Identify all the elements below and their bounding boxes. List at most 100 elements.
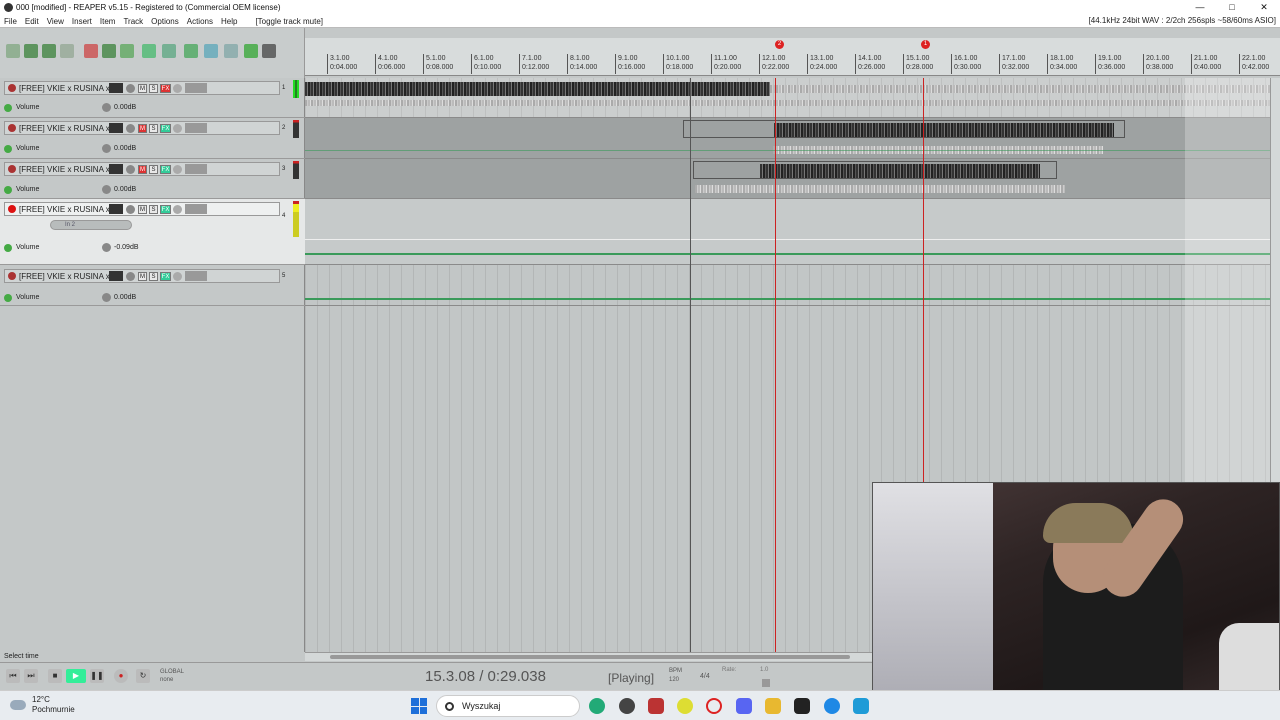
undo-icon[interactable] [84,44,98,58]
ripple-edit-icon[interactable] [162,44,176,58]
track-name[interactable]: [FREE] VKIE x RUSINA x YE [19,84,109,93]
fx-button[interactable]: FX [160,204,171,214]
track-1[interactable]: [FREE] VKIE x RUSINA x YE M S FX 1 Volum… [0,78,305,118]
volume-envelope[interactable] [305,298,1270,300]
menu-track[interactable]: Track [119,17,147,26]
lock-icon[interactable] [262,44,276,58]
track-2[interactable]: [FREE] VKIE x RUSINA x YE M S FX 2 Volum… [0,118,305,159]
input-select[interactable]: In 2 [50,220,132,230]
automation-mode-icon[interactable] [185,83,207,93]
solo-button[interactable]: S [149,164,158,174]
track-lane-4[interactable] [305,199,1270,265]
track-lane-1[interactable] [305,78,1270,118]
envelope-icon[interactable] [4,243,12,252]
minimize-button[interactable]: — [1184,0,1216,15]
browser-icon[interactable] [677,698,693,714]
pan-knob[interactable] [126,271,135,281]
redo-icon[interactable] [102,44,116,58]
automation-mode-icon[interactable] [185,204,207,214]
record-arm-icon[interactable] [8,84,16,92]
route-icon[interactable] [109,123,123,133]
menu-item[interactable]: Item [96,17,120,26]
discord-icon[interactable] [736,698,752,714]
volume-envelope[interactable] [305,150,1270,151]
file-explorer-icon[interactable] [765,698,781,714]
menu-help[interactable]: Help [217,17,241,26]
audio-item[interactable] [305,82,770,96]
track-lane-5[interactable] [305,265,1270,306]
solo-button[interactable]: S [149,271,158,281]
pan-knob[interactable] [126,164,135,174]
timeline-ruler[interactable]: 2 1 3.1.00 0:04.000 4.1.00 0:06.000 5.1.00 0:… [305,38,1280,76]
fx-bypass-icon[interactable] [173,204,182,214]
repeat-icon[interactable]: ↻ [136,669,150,683]
automation-mode-icon[interactable] [185,123,207,133]
mute-button[interactable]: M [138,123,147,133]
track-header[interactable]: [FREE] VKIE x RUSINA x YE M S FX [4,202,280,216]
audio-item-lower[interactable] [305,100,1270,106]
new-project-icon[interactable] [6,44,20,58]
record-arm-icon[interactable] [8,205,16,213]
record-arm-icon[interactable] [8,124,16,132]
fx-button[interactable]: FX [160,123,171,133]
solo-button[interactable]: S [149,204,158,214]
track-lane-2[interactable] [305,118,1270,159]
solo-button[interactable]: S [149,83,158,93]
play-icon[interactable]: ▶ [66,669,86,683]
envelope-icon[interactable] [4,185,12,194]
chrome-icon[interactable] [589,698,605,714]
track-header[interactable]: [FREE] VKIE x RUSINA x YE M S FX [4,269,280,283]
mute-button[interactable]: M [138,83,147,93]
audio-item[interactable] [683,120,1125,138]
envelope-lock-icon[interactable] [204,44,218,58]
audio-item-lower[interactable] [695,185,1065,193]
scroll-thumb[interactable] [330,655,850,659]
project-settings-icon[interactable] [60,44,74,58]
automation-mode-icon[interactable] [185,271,207,281]
volume-envelope[interactable] [305,253,1270,255]
route-icon[interactable] [109,204,123,214]
capcut-icon[interactable] [794,698,810,714]
mute-button[interactable]: M [138,271,147,281]
automation-mode-icon[interactable] [185,164,207,174]
track-name[interactable]: [FREE] VKIE x RUSINA x YE [19,272,109,281]
volume-envelope-lane[interactable]: Volume -0.09dB [4,243,139,252]
metronome-icon[interactable] [120,44,134,58]
volume-envelope-lane[interactable]: Volume 0.00dB [4,185,136,194]
go-to-start-icon[interactable]: ⏮ [6,669,20,683]
volume-knob[interactable] [102,243,111,252]
paint-icon[interactable] [648,698,664,714]
volume-knob[interactable] [102,144,111,153]
volume-knob[interactable] [102,185,111,194]
route-icon[interactable] [109,83,123,93]
fx-bypass-icon[interactable] [173,123,182,133]
save-project-icon[interactable] [42,44,56,58]
mute-button[interactable]: M [138,204,147,214]
snap-icon[interactable] [142,44,156,58]
fx-bypass-icon[interactable] [173,83,182,93]
playrate[interactable]: Rate: 1.0 [722,667,768,673]
app-icon[interactable] [619,698,635,714]
fx-button[interactable]: FX [160,271,171,281]
track-3[interactable]: [FREE] VKIE x RUSINA x YE M S FX 3 Volum… [0,159,305,199]
pan-knob[interactable] [126,83,135,93]
project-marker[interactable]: 2 [775,40,784,49]
envelope-icon[interactable] [4,103,12,112]
tempo-display[interactable]: BPM 120 [669,667,682,685]
fx-bypass-icon[interactable] [173,271,182,281]
track-header[interactable]: [FREE] VKIE x RUSINA x YE M S FX [4,162,280,176]
mute-button[interactable]: M [138,164,147,174]
envelope-icon[interactable] [4,293,12,302]
volume-envelope-lane[interactable]: Volume 0.00dB [4,144,136,153]
volume-envelope-lane[interactable]: Volume 0.00dB [4,103,136,112]
track-lane-3[interactable] [305,159,1270,199]
fx-button[interactable]: FX [160,164,171,174]
global-automation[interactable]: GLOBAL none [160,668,184,684]
track-name[interactable]: [FREE] VKIE x RUSINA x YE [19,205,109,214]
solo-button[interactable]: S [149,123,158,133]
track-name[interactable]: [FREE] VKIE x RUSINA x YE [19,165,109,174]
volume-envelope-lane[interactable]: Volume 0.00dB [4,293,136,302]
time-signature[interactable]: 4/4 [700,673,710,680]
windows-start-icon[interactable] [411,698,427,714]
track-4[interactable]: [FREE] VKIE x RUSINA x YE M S FX 4 In 2 … [0,199,305,265]
